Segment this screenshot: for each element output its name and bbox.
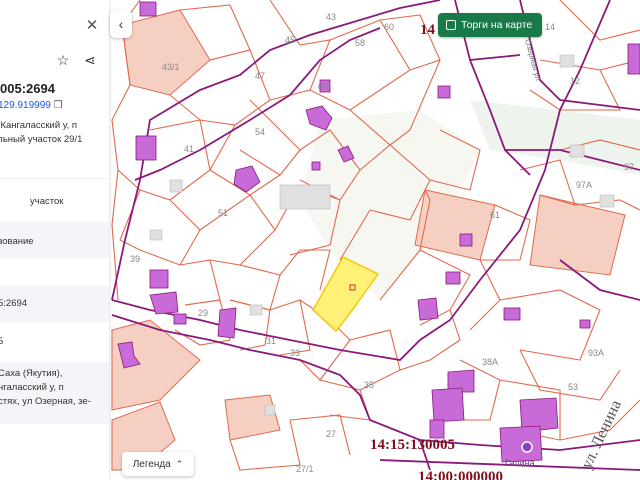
house-number: 61 [490, 210, 500, 220]
checkbox-icon[interactable] [446, 20, 456, 30]
address-line: а-Кангаласский у, п [0, 120, 78, 131]
poi-marker [521, 441, 533, 453]
house-number: 33 [290, 348, 300, 358]
house-number: 41 [184, 144, 194, 154]
chevron-up-icon: ⌃ [175, 458, 184, 469]
house-number: 14 [545, 22, 555, 32]
house-number: 43/1 [162, 62, 180, 72]
region-line: Саха (Якутия), [0, 368, 63, 379]
quarter-label: 14 [420, 22, 436, 38]
house-number: 45 [285, 35, 295, 45]
house-number: 97 [624, 162, 634, 172]
house-number: 35 [364, 380, 374, 390]
star-icon[interactable]: ☆ [53, 50, 73, 70]
house-number: 39 [130, 254, 140, 264]
house-number: 97А [576, 180, 592, 190]
parcel-info-panel: ✕ ☆ ⋖ 005:2694 129.919999 ❐ а-Кангаласск… [0, 0, 109, 480]
house-number: 58 [355, 38, 365, 48]
area-link[interactable]: 129.919999 ❐ [0, 100, 63, 111]
auction-toggle-label: Торги на карте [461, 19, 533, 31]
house-number: 27 [326, 429, 336, 439]
usage-label: зование [0, 236, 34, 247]
region-line: стях, ул Озерная, зе- [0, 396, 91, 407]
auction-toggle-button[interactable]: Торги на карте [438, 13, 543, 37]
house-number: 43 [326, 12, 336, 22]
quarter-label: 14:00:000000 [418, 469, 503, 480]
house-number: 27/1 [296, 464, 314, 474]
copy-icon[interactable]: ❐ [54, 100, 63, 111]
close-icon[interactable]: ✕ [84, 18, 100, 34]
house-number: 60 [318, 82, 328, 92]
parcel-number-short: 5:2694 [0, 298, 28, 309]
cadastral-number: 005:2694 [0, 81, 55, 96]
share-icon[interactable]: ⋖ [80, 50, 100, 70]
chevron-left-icon[interactable]: ‹ [110, 10, 132, 38]
house-number: 29 [198, 308, 208, 318]
house-number: 54 [255, 127, 265, 137]
quarter-label: 14:15:130005 [370, 437, 455, 453]
house-number: 12 [570, 76, 580, 86]
house-number: 38А [482, 357, 498, 367]
legend-button[interactable]: Легенда ⌃ [122, 452, 194, 476]
legend-label: Легенда [132, 458, 171, 470]
house-number: 47 [255, 71, 265, 81]
address-line: ильный участок 29/1 [0, 134, 83, 145]
poi-label: Галина [505, 458, 535, 468]
house-number: 51 [218, 208, 228, 218]
house-number: 53 [568, 382, 578, 392]
region-line: нгаласский у, п [0, 382, 64, 393]
parcel-type: участок [30, 196, 64, 207]
house-number: 93А [588, 348, 604, 358]
house-number: 31 [266, 336, 276, 346]
parcel-digit: 5 [0, 336, 4, 347]
house-number: 60 [384, 22, 394, 32]
